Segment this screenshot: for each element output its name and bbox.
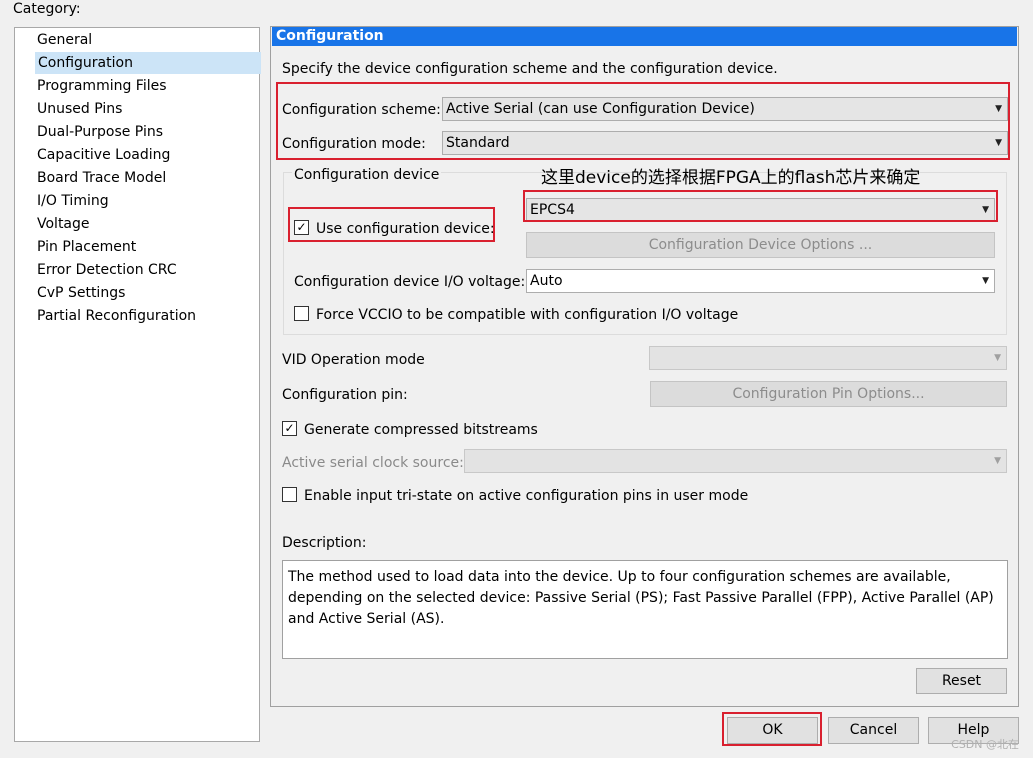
io-voltage-label: Configuration device I/O voltage: (294, 274, 526, 290)
chevron-down-icon: ▼ (994, 353, 1001, 363)
watermark: CSDN @北在 (951, 738, 1019, 751)
force-vccio-label: Force VCCIO to be compatible with config… (316, 307, 739, 323)
configuration-device-group-title: Configuration device (292, 166, 442, 184)
category-item-cvp-settings[interactable]: CvP Settings (37, 282, 125, 304)
category-list[interactable]: General Configuration Programming Files … (14, 27, 261, 742)
device-options-button[interactable]: Configuration Device Options ... (526, 232, 995, 258)
category-item-io-timing[interactable]: I/O Timing (37, 190, 109, 212)
io-voltage-value: Auto (530, 273, 563, 289)
panel-title: Configuration (272, 27, 1017, 46)
category-item-dual-purpose-pins[interactable]: Dual-Purpose Pins (37, 121, 163, 143)
category-item-error-detection-crc[interactable]: Error Detection CRC (37, 259, 177, 281)
clock-source-label: Active serial clock source: (282, 455, 464, 471)
chevron-down-icon: ▼ (994, 456, 1001, 466)
intro-text: Specify the device configuration scheme … (282, 61, 778, 77)
vid-label: VID Operation mode (282, 352, 425, 368)
annotation-box-device (523, 190, 998, 222)
category-item-partial-reconfiguration[interactable]: Partial Reconfiguration (37, 305, 196, 327)
check-icon: ✓ (284, 421, 295, 435)
config-pin-label: Configuration pin: (282, 387, 408, 403)
vid-select[interactable]: ▼ (649, 346, 1007, 370)
tristate-label: Enable input tri-state on active configu… (304, 488, 749, 504)
category-label: Category: (13, 1, 81, 17)
category-item-general[interactable]: General (37, 29, 92, 51)
force-vccio-checkbox[interactable] (294, 306, 309, 321)
description-box: The method used to load data into the de… (282, 560, 1008, 659)
category-item-unused-pins[interactable]: Unused Pins (37, 98, 122, 120)
annotation-box-scheme (276, 82, 1010, 160)
compressed-checkbox[interactable]: ✓ (282, 421, 297, 436)
tristate-checkbox[interactable] (282, 487, 297, 502)
config-pin-options-button[interactable]: Configuration Pin Options... (650, 381, 1007, 407)
category-item-board-trace-model[interactable]: Board Trace Model (37, 167, 166, 189)
category-item-capacitive-loading[interactable]: Capacitive Loading (37, 144, 170, 166)
io-voltage-select[interactable]: Auto ▼ (526, 269, 995, 293)
annotation-box-use-device (288, 207, 495, 242)
category-item-configuration[interactable]: Configuration (35, 52, 261, 74)
description-label: Description: (282, 535, 367, 551)
category-item-pin-placement[interactable]: Pin Placement (37, 236, 136, 258)
cancel-button[interactable]: Cancel (828, 717, 919, 744)
compressed-label: Generate compressed bitstreams (304, 422, 538, 438)
chevron-down-icon: ▼ (982, 276, 989, 286)
category-item-programming-files[interactable]: Programming Files (37, 75, 167, 97)
category-item-voltage[interactable]: Voltage (37, 213, 90, 235)
clock-source-select[interactable]: ▼ (464, 449, 1007, 473)
annotation-box-ok (722, 712, 822, 746)
reset-button[interactable]: Reset (916, 668, 1007, 694)
annotation-text: 这里device的选择根据FPGA上的flash芯片来确定 (541, 168, 921, 188)
